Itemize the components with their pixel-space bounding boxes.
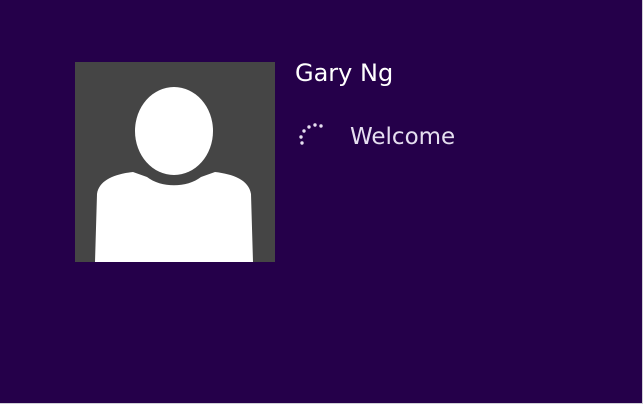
user-silhouette-icon — [95, 87, 253, 262]
loading-spinner-icon — [299, 123, 323, 145]
user-avatar — [75, 62, 275, 262]
lock-screen: Gary Ng Welcome — [0, 0, 643, 404]
welcome-status-text: Welcome — [350, 124, 456, 150]
user-name: Gary Ng — [295, 59, 394, 87]
